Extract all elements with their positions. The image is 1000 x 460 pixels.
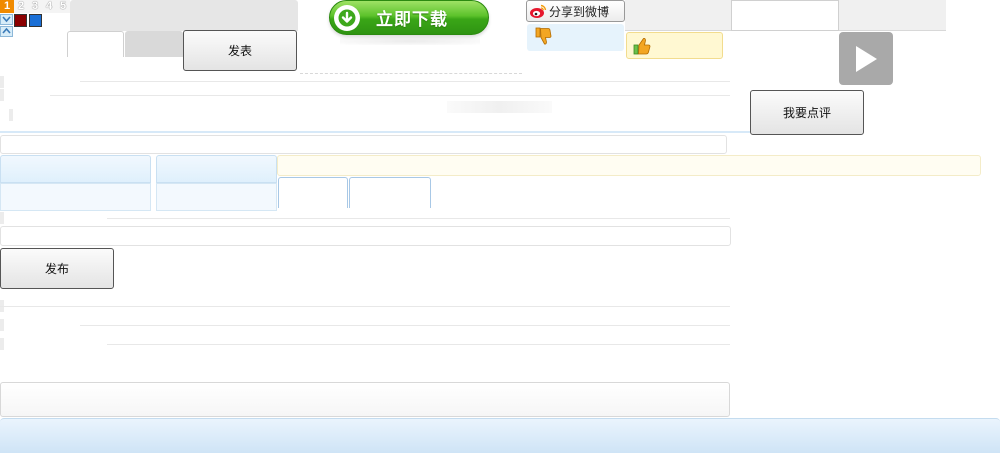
- row-marker: [0, 89, 4, 101]
- option-tile-3[interactable]: [0, 183, 151, 211]
- editor-tab-active[interactable]: [67, 31, 124, 57]
- thumbs-up-icon: [633, 38, 651, 55]
- panel-tab-2[interactable]: [349, 177, 431, 208]
- option-tile-1[interactable]: [0, 155, 151, 183]
- color-swatch-darkred[interactable]: [14, 14, 27, 27]
- post-button[interactable]: 发布: [0, 248, 114, 289]
- row-line: [80, 81, 730, 82]
- share-to-weibo-button[interactable]: 分享到微博: [526, 0, 625, 22]
- message-textarea[interactable]: [0, 382, 730, 417]
- notice-bar: [277, 155, 981, 176]
- row-marker: [0, 338, 4, 350]
- scroll-up-button[interactable]: [0, 26, 13, 37]
- bottom-toolbar: [0, 418, 1000, 453]
- share-to-weibo-label: 分享到微博: [549, 4, 610, 19]
- page-tab-1[interactable]: 1: [0, 0, 14, 13]
- download-now-button[interactable]: 立即下载: [329, 0, 489, 35]
- play-button[interactable]: [839, 32, 893, 85]
- thumbs-down-button[interactable]: [527, 24, 624, 51]
- row-marker: [0, 76, 4, 88]
- thumbs-down-icon: [535, 27, 552, 45]
- chevron-down-icon: [2, 16, 11, 23]
- option-tile-4[interactable]: [156, 183, 277, 211]
- page-tab-4[interactable]: 4: [42, 0, 56, 13]
- editor-header-bar: [70, 0, 298, 31]
- comment-input[interactable]: [0, 135, 727, 154]
- color-swatch-blue[interactable]: [29, 14, 42, 27]
- page-tab-3[interactable]: 3: [28, 0, 42, 13]
- option-tile-2[interactable]: [156, 155, 277, 183]
- page-tab-5[interactable]: 5: [56, 0, 70, 13]
- page-tab-2[interactable]: 2: [14, 0, 28, 13]
- row-line: [107, 218, 730, 219]
- write-review-button[interactable]: 我要点评: [750, 90, 864, 135]
- row-marker: [9, 109, 13, 121]
- dashed-separator: [300, 73, 522, 74]
- row-line: [80, 325, 730, 326]
- row-marker: [0, 319, 4, 331]
- top-search-input[interactable]: [731, 0, 839, 31]
- section-divider: [0, 131, 750, 133]
- editor-tab-inactive[interactable]: [125, 31, 183, 57]
- weibo-icon: [527, 1, 549, 21]
- row-marker: [0, 212, 4, 224]
- reply-input[interactable]: [0, 226, 731, 246]
- panel-tab-1[interactable]: [278, 177, 348, 208]
- scroll-down-button[interactable]: [0, 14, 13, 25]
- down-arrow-circle-icon: [334, 4, 360, 31]
- publish-button[interactable]: 发表: [183, 30, 297, 71]
- play-icon: [856, 45, 877, 72]
- row-line: [0, 306, 730, 307]
- row-line: [107, 344, 730, 345]
- chevron-up-icon: [2, 27, 11, 34]
- loading-placeholder: [447, 101, 552, 113]
- download-shadow: [340, 37, 480, 45]
- row-line: [50, 95, 730, 96]
- download-now-label: 立即下载: [376, 10, 448, 30]
- thumbs-up-button[interactable]: [626, 32, 723, 59]
